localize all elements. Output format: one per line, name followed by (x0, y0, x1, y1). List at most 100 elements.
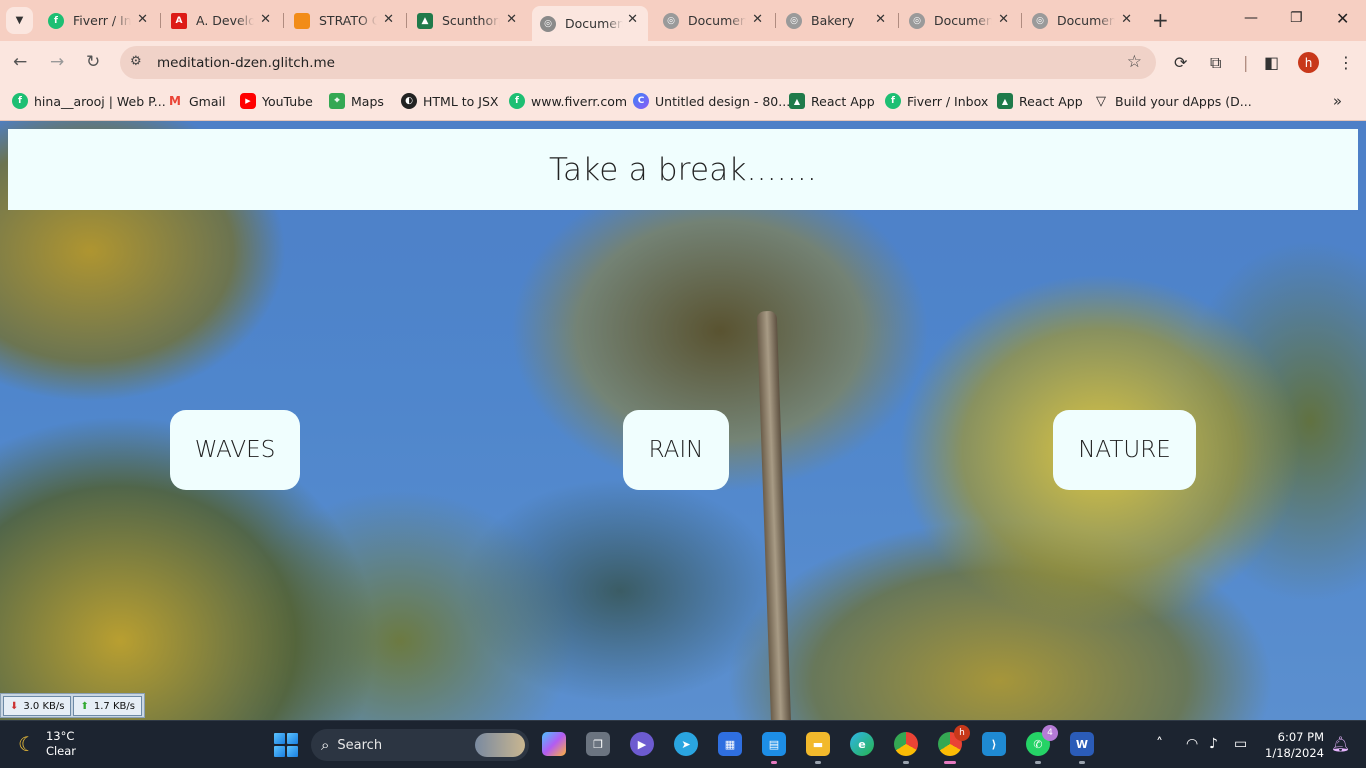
new-tab-button[interactable]: + (1152, 9, 1169, 31)
bookmark-item[interactable]: f Fiverr / Inbox (885, 93, 988, 109)
profile-avatar[interactable]: h (1298, 52, 1319, 73)
page-header: Take a break....... (8, 129, 1358, 210)
battery-icon[interactable]: ▭ (1234, 736, 1247, 752)
tab-fiverr-inbox[interactable]: f Fiverr / Inbox ✕ (40, 6, 158, 35)
palm-trunk (756, 310, 792, 720)
clock-time: 6:07 PM (1277, 730, 1324, 744)
chrome-profile-icon[interactable]: h (938, 725, 970, 764)
tab-document[interactable]: ◎ Document ✕ (655, 6, 773, 35)
forward-button[interactable]: → (50, 52, 64, 72)
edge-icon[interactable]: e (850, 732, 874, 756)
react-app-icon: ▲ (997, 93, 1013, 109)
youtube-icon: ▶ (240, 93, 256, 109)
weather-widget[interactable]: ☾ 13°C Clear (18, 729, 76, 759)
weather-temp: 13°C (45, 729, 75, 743)
globe-icon: ◎ (540, 15, 556, 32)
video-call-icon[interactable]: ▶ (630, 732, 654, 756)
task-view-icon[interactable]: ❐ (586, 732, 610, 756)
bookmark-star-icon[interactable]: ☆ (1127, 52, 1142, 72)
react-app-icon: ▲ (789, 93, 805, 109)
tab-document-active[interactable]: ◎ Document ✕ (532, 6, 648, 41)
fiverr-icon: f (12, 93, 28, 109)
bookmark-item[interactable]: ▲ React App (997, 93, 1083, 109)
close-icon[interactable]: ✕ (875, 12, 886, 27)
back-button[interactable]: ← (13, 52, 27, 72)
tab-angular-developer[interactable]: A A. Developer ✕ (163, 6, 281, 35)
close-icon[interactable]: ✕ (998, 12, 1009, 27)
side-panel-icon[interactable]: ◧ (1264, 53, 1279, 72)
wifi-icon[interactable]: ◠ (1186, 736, 1198, 752)
tab-search-button[interactable]: ▼ (6, 7, 33, 34)
close-icon[interactable]: ✕ (383, 12, 394, 27)
start-button[interactable] (274, 733, 298, 757)
store-icon[interactable]: ▦ (718, 732, 742, 756)
search-icon: ⌕ (321, 736, 330, 754)
waves-button[interactable]: WAVES (170, 410, 300, 490)
tab-strato[interactable]: STRATO Cloud ✕ (286, 6, 404, 35)
notes-icon[interactable]: ▤ (762, 732, 786, 764)
copilot-icon[interactable] (542, 732, 566, 756)
bookmark-item[interactable]: ⌖ Maps (329, 93, 384, 109)
react-app-icon: ▲ (417, 12, 433, 29)
telegram-icon[interactable]: ➤ (674, 732, 698, 756)
close-icon[interactable]: ✕ (752, 12, 763, 27)
menu-icon[interactable]: ⋮ (1338, 53, 1354, 72)
bookmark-item[interactable]: C Untitled design - 80... (633, 93, 790, 109)
maps-icon: ⌖ (329, 93, 345, 109)
browser-toolbar: ← → ↻ ⚙ meditation-dzen.glitch.me ☆ ⟳ ⧉ … (0, 41, 1366, 84)
globe-icon: ◎ (786, 12, 802, 29)
chevron-up-icon[interactable]: ˄ (1156, 736, 1163, 752)
tab-document[interactable]: ◎ Document ✕ (901, 6, 1019, 35)
upload-speed: ⬆ 1.7 KB/s (73, 696, 142, 716)
toolbar-divider: | (1243, 53, 1249, 72)
search-highlight-image (475, 733, 525, 757)
notification-bell-icon[interactable]: 🔔︎ (1331, 735, 1350, 753)
dapps-icon: ▽ (1096, 93, 1106, 109)
close-icon[interactable]: ✕ (627, 12, 638, 27)
bookmark-item[interactable]: ▶ YouTube (240, 93, 313, 109)
chrome-icon[interactable] (894, 732, 918, 764)
download-arrow-icon: ⬇ (10, 700, 19, 712)
strato-icon (294, 12, 310, 29)
angular-icon: A (171, 12, 187, 29)
volume-icon[interactable]: ♪ (1209, 736, 1218, 752)
extension-sync-icon[interactable]: ⟳ (1174, 53, 1187, 72)
network-meter: ⬇ 3.0 KB/s ⬆ 1.7 KB/s (0, 693, 145, 718)
moon-icon: ☾ (18, 732, 36, 756)
close-window-button[interactable]: ✕ (1336, 9, 1349, 28)
bookmarks-bar: f hina__arooj | Web P... M Gmail ▶ YouTu… (0, 84, 1366, 121)
bookmark-item[interactable]: ◐ HTML to JSX (401, 93, 498, 109)
tab-scunthorpe[interactable]: ▲ Scunthorpe ✕ (409, 6, 527, 35)
globe-icon: ◎ (1032, 12, 1048, 29)
restore-button[interactable]: ❐ (1290, 10, 1303, 26)
tab-document[interactable]: ◎ Document ✕ (1024, 6, 1142, 35)
word-icon[interactable]: W (1070, 732, 1094, 764)
site-info-icon[interactable]: ⚙ (130, 54, 142, 69)
page-title: Take a break....... (549, 151, 817, 188)
close-icon[interactable]: ✕ (260, 12, 271, 27)
bookmark-item[interactable]: ▲ React App (789, 93, 875, 109)
canva-icon: C (633, 93, 649, 109)
taskbar-search[interactable]: ⌕ Search (311, 729, 529, 761)
bookmark-item[interactable]: f hina__arooj | Web P... (12, 93, 166, 109)
close-icon[interactable]: ✕ (137, 12, 148, 27)
bookmark-item[interactable]: M Gmail (167, 93, 225, 109)
reload-button[interactable]: ↻ (86, 52, 100, 72)
system-clock[interactable]: 6:07 PM 1/18/2024 (1262, 729, 1324, 761)
bookmark-item[interactable]: ▽ Build your dApps (D... (1093, 93, 1252, 109)
close-icon[interactable]: ✕ (506, 12, 517, 27)
file-explorer-icon[interactable]: ▬ (806, 732, 830, 764)
url-text[interactable]: meditation-dzen.glitch.me (157, 55, 335, 71)
extensions-puzzle-icon[interactable]: ⧉ (1210, 53, 1221, 73)
address-bar[interactable]: ⚙ meditation-dzen.glitch.me ☆ (120, 46, 1156, 79)
rain-button[interactable]: RAIN (623, 410, 729, 490)
close-icon[interactable]: ✕ (1121, 12, 1132, 27)
nature-button[interactable]: NATURE (1053, 410, 1196, 490)
html-to-jsx-icon: ◐ (401, 93, 417, 109)
bookmark-item[interactable]: f www.fiverr.com (509, 93, 627, 109)
bookmarks-overflow-icon[interactable]: » (1333, 92, 1342, 110)
whatsapp-icon[interactable]: ✆ 4 (1026, 725, 1058, 764)
vscode-icon[interactable]: ⟩ (982, 732, 1006, 756)
minimize-button[interactable]: — (1244, 10, 1258, 26)
tab-bakery[interactable]: ◎ Bakery ✕ (778, 6, 896, 35)
